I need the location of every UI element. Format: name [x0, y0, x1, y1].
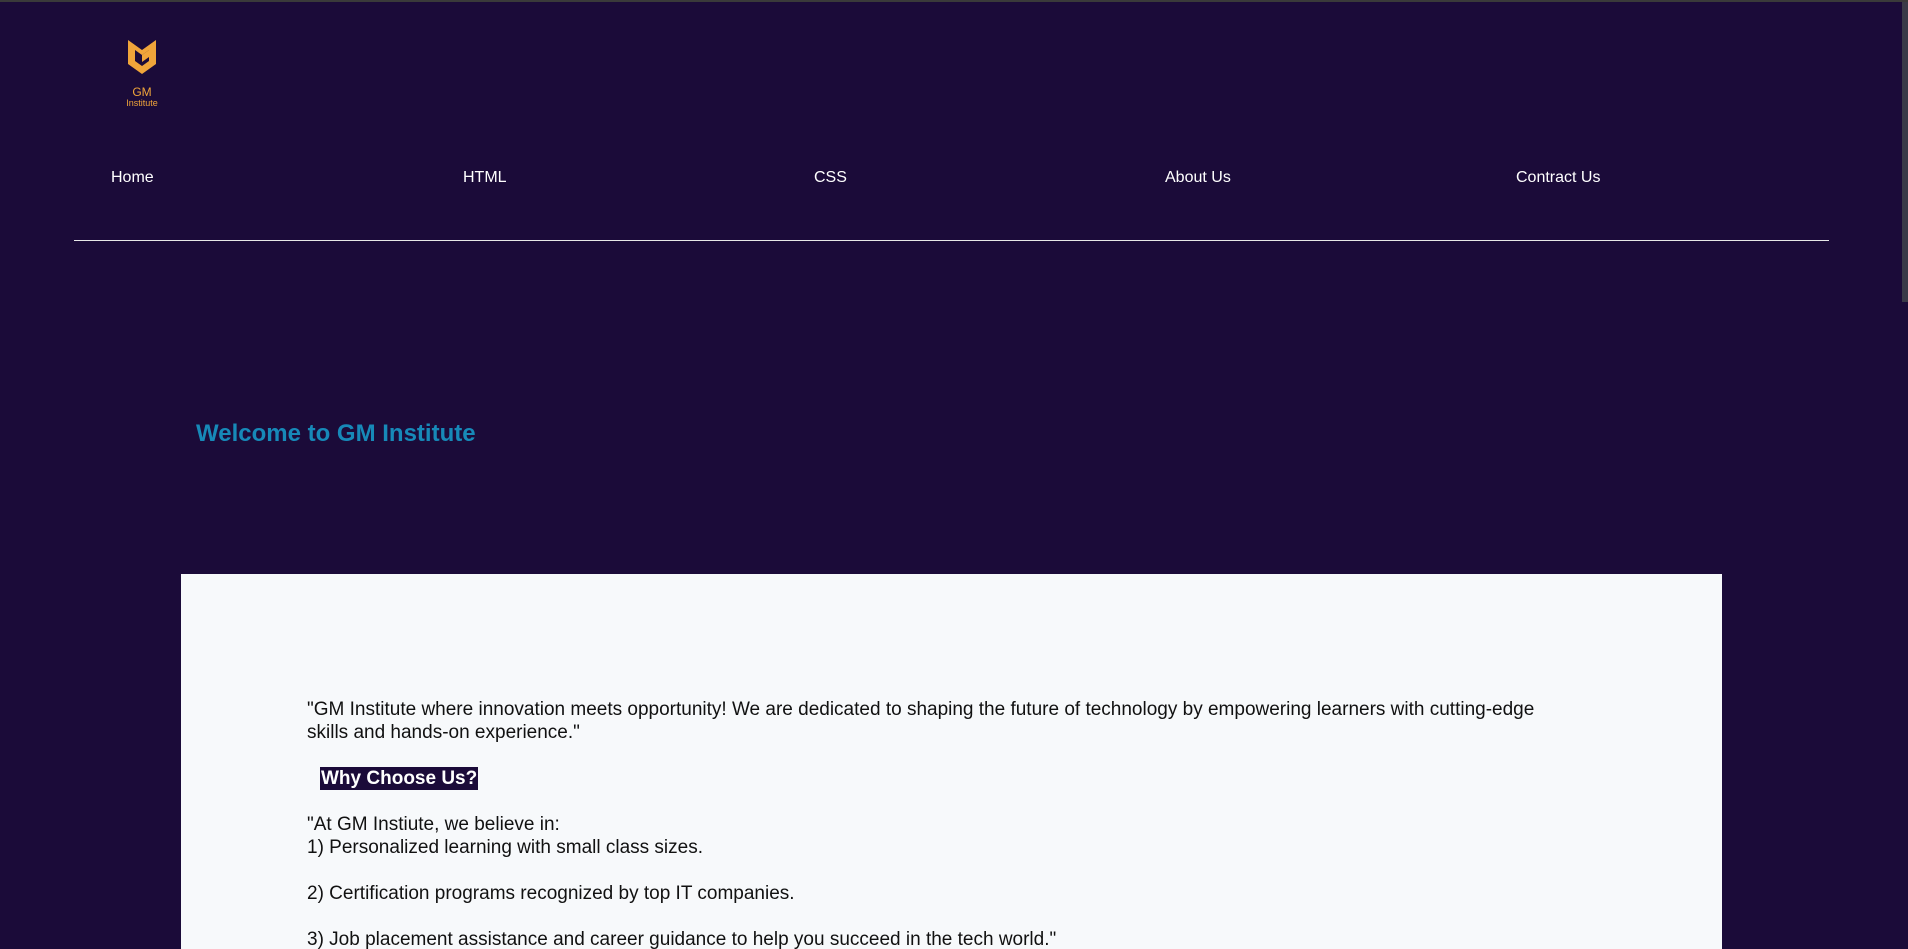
logo-subtitle: Institute	[126, 98, 158, 108]
content-text: "GM Institute where innovation meets opp…	[307, 698, 1577, 949]
gm-shield-logo-icon	[128, 40, 156, 74]
scrollbar[interactable]	[1902, 2, 1908, 302]
logo-title: GM	[132, 85, 152, 99]
welcome-heading: Welcome to GM Institute	[196, 420, 476, 447]
nav-html-link[interactable]: HTML	[463, 168, 507, 188]
header-divider	[74, 240, 1829, 241]
nav-about-link[interactable]: About Us	[1165, 168, 1231, 188]
beliefs-intro: "At GM Instiute, we believe in:	[307, 814, 560, 835]
logo[interactable]: GM Institute	[120, 36, 164, 108]
point-item: 3) Job placement assistance and career g…	[307, 929, 1057, 949]
intro-paragraph: "GM Institute where innovation meets opp…	[307, 699, 1535, 743]
nav-contact-link[interactable]: Contract Us	[1516, 168, 1600, 188]
main-nav: Home HTML CSS About Us Contract Us	[0, 168, 1908, 188]
point-item: 1) Personalized learning with small clas…	[307, 837, 703, 858]
nav-css-link[interactable]: CSS	[814, 168, 847, 188]
why-choose-us-heading: Why Choose Us?	[320, 767, 479, 790]
nav-home-link[interactable]: Home	[111, 168, 154, 188]
page: GM Institute Home HTML CSS About Us Cont…	[0, 0, 1908, 949]
content-panel: "GM Institute where innovation meets opp…	[181, 574, 1722, 949]
point-item: 2) Certification programs recognized by …	[307, 883, 795, 904]
